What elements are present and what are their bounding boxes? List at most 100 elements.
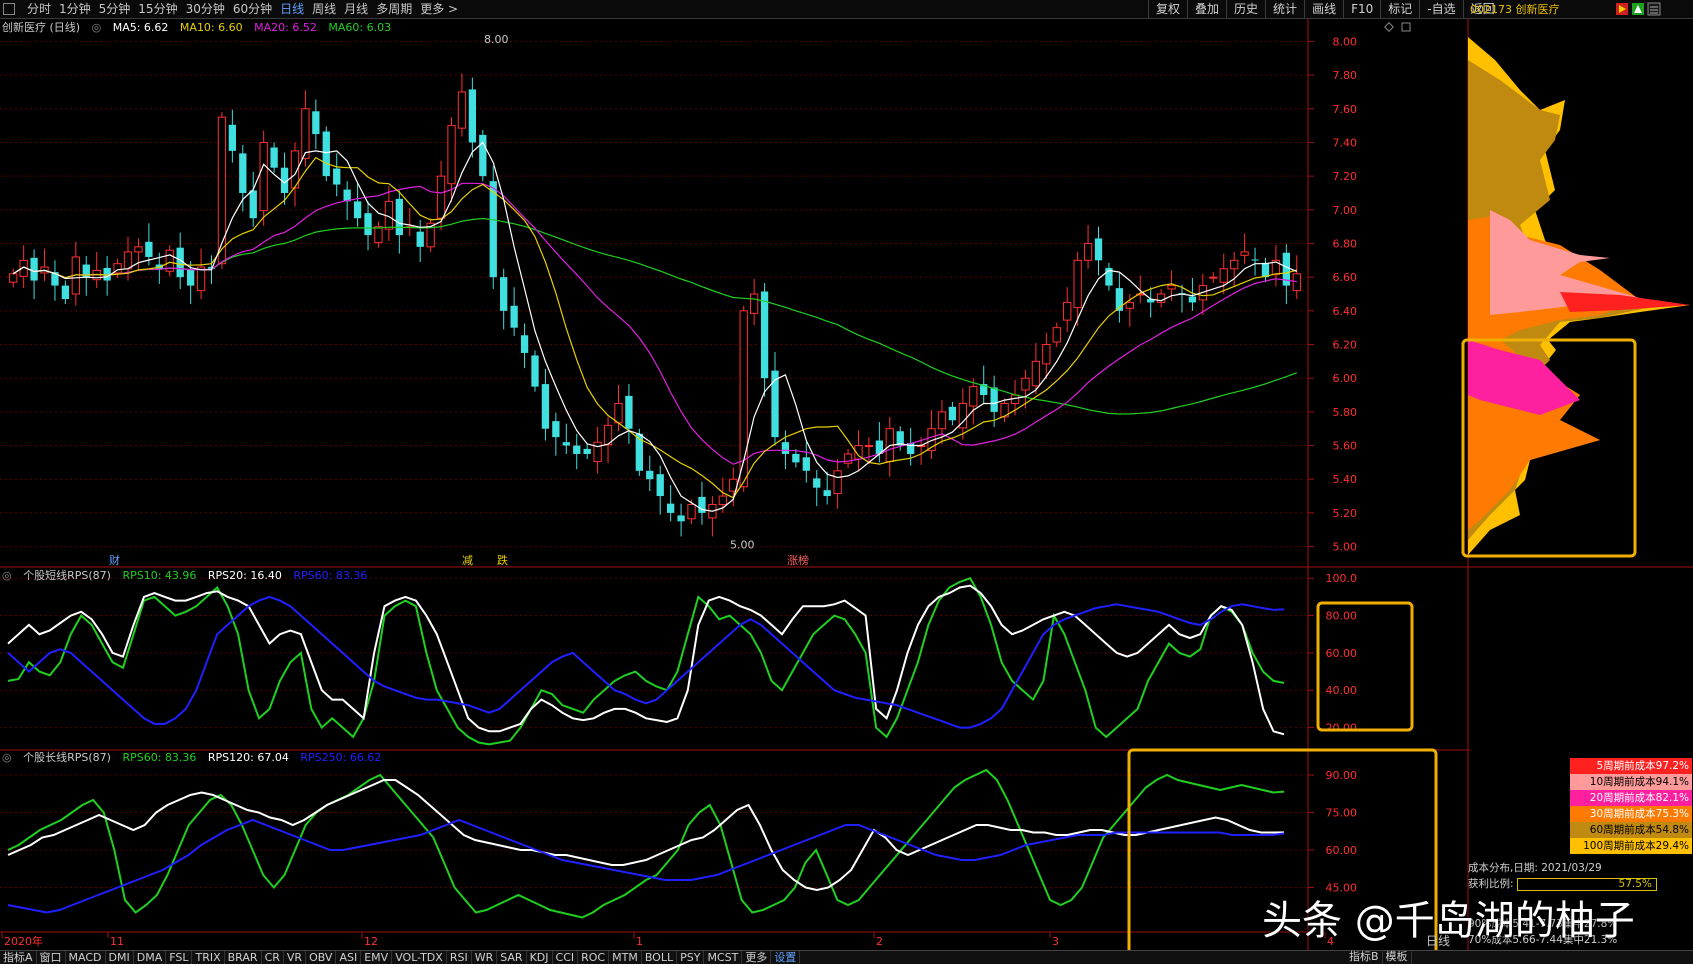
- candle-body: [646, 470, 654, 480]
- indicator-tab[interactable]: MTM: [609, 951, 642, 964]
- indicator-tab[interactable]: CR: [262, 951, 284, 964]
- y-tick-label: 7.80: [1333, 69, 1358, 82]
- rps-long-name: 个股长线RPS(87): [23, 751, 111, 764]
- y-tick-label: 7.00: [1333, 204, 1358, 217]
- collapse-icon[interactable]: ◎: [2, 751, 12, 764]
- candle-body: [614, 402, 623, 424]
- period-tab[interactable]: 60分钟: [230, 0, 277, 19]
- indicator-tab[interactable]: DMI: [106, 951, 134, 964]
- indicator-tab[interactable]: ASI: [336, 951, 362, 964]
- candle-body: [364, 213, 372, 236]
- indicator-tab[interactable]: 指标A: [0, 951, 37, 964]
- candle-body: [687, 503, 696, 520]
- candle-body: [520, 335, 529, 353]
- indicator-tab[interactable]: FSL: [166, 951, 193, 964]
- candle-body: [792, 453, 800, 463]
- y-tick-label: 60.00: [1326, 844, 1358, 857]
- indicator-tab[interactable]: VOL-TDX: [392, 951, 447, 964]
- tool-button[interactable]: 标记: [1380, 0, 1419, 19]
- ma10-line: [12, 156, 1297, 499]
- indicator-tab[interactable]: DMA: [134, 951, 167, 964]
- candle-body: [552, 421, 560, 438]
- collapse-icon[interactable]: ◎: [2, 569, 12, 582]
- candle-body: [541, 384, 550, 429]
- tool-button[interactable]: F10: [1343, 0, 1380, 19]
- rps-short-rps10-line: [7, 576, 1285, 746]
- rps20-label: RPS20: 16.40: [207, 569, 282, 582]
- candle-body: [395, 198, 403, 236]
- period-tab[interactable]: 1分钟: [56, 0, 96, 19]
- candle-body: [802, 457, 810, 471]
- indicator-tab[interactable]: 窗口: [37, 951, 66, 964]
- indicator-tab[interactable]: MCST: [704, 951, 743, 964]
- y-tick-label: 6.00: [1333, 372, 1358, 385]
- indicator-tab[interactable]: ROC: [578, 951, 610, 964]
- tool-button[interactable]: -自选: [1419, 0, 1462, 19]
- indicator-tab[interactable]: RSI: [447, 951, 472, 964]
- indicator-tab[interactable]: 更多: [742, 951, 772, 964]
- event-marker: 跌: [497, 553, 508, 567]
- cost-legend-row: 20周期前成本82.1%: [1570, 790, 1692, 806]
- candle-body: [1261, 262, 1270, 278]
- tool-button[interactable]: 叠加: [1187, 0, 1226, 19]
- flag-icon[interactable]: [1615, 2, 1629, 16]
- event-marker: 减: [462, 554, 473, 567]
- watermark: 头条 @千岛湖的柚子: [1262, 898, 1635, 944]
- template-tab[interactable]: 模板: [1383, 950, 1412, 964]
- y-tick-label: 5.80: [1333, 406, 1358, 419]
- window-menu-icon[interactable]: [3, 3, 15, 15]
- indicator-tab[interactable]: VR: [284, 951, 307, 964]
- period-tab[interactable]: 5分钟: [96, 0, 136, 19]
- period-tab[interactable]: 日线: [277, 0, 309, 19]
- period-tab[interactable]: 分时: [24, 0, 56, 19]
- indicator-tab[interactable]: OBV: [306, 951, 337, 964]
- period-tab[interactable]: 15分钟: [135, 0, 182, 19]
- indicator-b-tab[interactable]: 指标B: [1346, 950, 1383, 964]
- indicator-tab[interactable]: KDJ: [527, 951, 553, 964]
- period-tab[interactable]: 更多 >: [417, 0, 463, 19]
- ma-toggle-icon[interactable]: ◎: [92, 21, 102, 34]
- grid-icon[interactable]: [1631, 2, 1645, 16]
- period-tab[interactable]: 周线: [309, 0, 341, 19]
- candle-body: [103, 267, 111, 281]
- candle-body: [531, 355, 539, 387]
- event-marker: 涨榜: [787, 553, 809, 567]
- indicator-tab[interactable]: TRIX: [192, 951, 225, 964]
- ma5-label: MA5: 6.62: [112, 21, 169, 34]
- settings-icon[interactable]: [1647, 2, 1661, 16]
- chart-canvas[interactable]: 8.00 7.80 7.60 7.40 7.20 7.00 6.80 6.60 6.40 6.20…: [0, 19, 1693, 950]
- candle-body: [562, 442, 570, 446]
- period-tab[interactable]: 多周期: [373, 0, 417, 19]
- indicator-tab[interactable]: WR: [472, 951, 498, 964]
- x-tick-label: 2: [876, 935, 883, 948]
- tool-button[interactable]: 画线: [1304, 0, 1343, 19]
- x-tick-label: 1: [636, 935, 643, 948]
- indicator-tab[interactable]: BRAR: [225, 951, 262, 964]
- indicator-tab[interactable]: PSY: [677, 951, 705, 964]
- indicator-tab[interactable]: BOLL: [642, 951, 678, 964]
- tool-button[interactable]: 统计: [1265, 0, 1304, 19]
- candle-body: [145, 241, 153, 257]
- candle-body: [1188, 296, 1197, 303]
- x-tick-label: 11: [110, 935, 124, 948]
- period-tab[interactable]: 30分钟: [183, 0, 230, 19]
- candle-body: [833, 470, 842, 495]
- indicator-tab[interactable]: 设置: [771, 951, 801, 964]
- candle-body: [30, 257, 38, 281]
- ma60-label: MA60: 6.03: [328, 21, 392, 34]
- candle-body: [134, 246, 143, 253]
- y-tick-label: 20.00: [1326, 722, 1358, 735]
- candle-body: [937, 411, 947, 430]
- tool-button[interactable]: 复权: [1148, 0, 1187, 19]
- candle-body: [1031, 360, 1041, 387]
- candle-body: [969, 386, 978, 407]
- indicator-tab[interactable]: SAR: [497, 951, 527, 964]
- indicator-tab[interactable]: CCI: [553, 951, 579, 964]
- tool-button[interactable]: 历史: [1226, 0, 1265, 19]
- period-tab[interactable]: 月线: [341, 0, 373, 19]
- indicator-tab[interactable]: MACD: [66, 951, 106, 964]
- low-price-label: 5.00: [730, 538, 755, 551]
- candle-body: [510, 305, 518, 328]
- indicator-tab[interactable]: EMV: [361, 951, 393, 964]
- rps-short-title: ◎ 个股短线RPS(87) RPS10: 43.96 RPS20: 16.40 …: [2, 569, 375, 583]
